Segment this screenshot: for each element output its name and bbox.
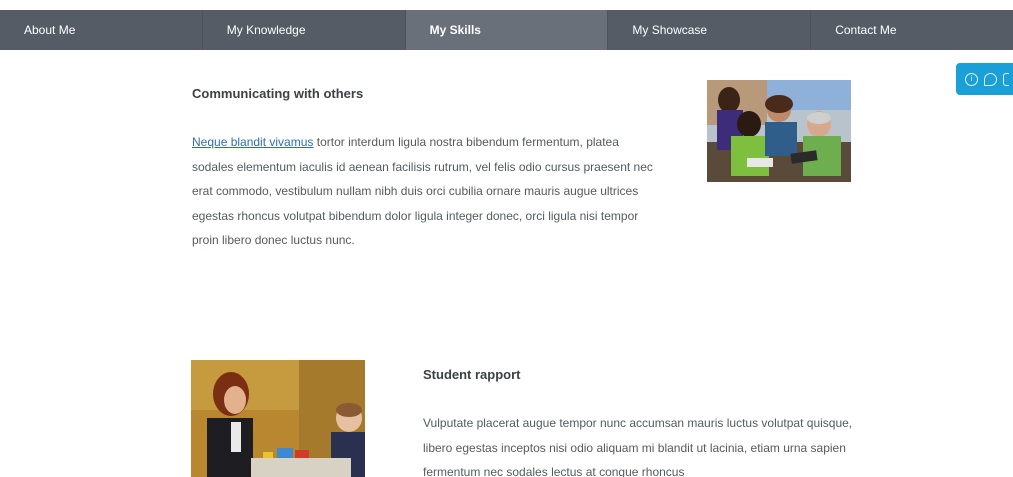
more-icon[interactable] [1003,72,1009,86]
photo-tutor-child-image [191,360,365,477]
photo-group-tablets [707,80,851,182]
photo-tutor-child [191,360,365,477]
nav-item-about-me[interactable]: About Me [0,10,202,50]
page: About Me My Knowledge My Skills My Showc… [0,0,1013,477]
info-icon[interactable]: i [965,72,978,86]
main-nav: About Me My Knowledge My Skills My Showc… [0,10,1013,50]
section-body-communicating: Neque blandit vivamus tortor interdum li… [192,130,662,253]
nav-item-my-skills[interactable]: My Skills [404,10,608,50]
nav-item-my-showcase[interactable]: My Showcase [607,10,810,50]
photo-group-tablets-image [707,80,851,182]
section-body-text: tortor interdum ligula nostra bibendum f… [192,135,653,247]
section-heading-student-rapport: Student rapport [423,367,521,382]
top-strip [0,0,1013,10]
section-link-neque-blandit[interactable]: Neque blandit vivamus [192,135,313,149]
nav-item-contact-me[interactable]: Contact Me [810,10,1013,50]
nav-item-my-knowledge[interactable]: My Knowledge [201,10,405,50]
section-heading-communicating: Communicating with others [192,86,364,101]
section-body-student-rapport: Vulputate placerat augue tempor nunc acc… [423,416,853,477]
feedback-tab[interactable]: i [956,63,1013,95]
chat-icon[interactable] [984,72,997,86]
